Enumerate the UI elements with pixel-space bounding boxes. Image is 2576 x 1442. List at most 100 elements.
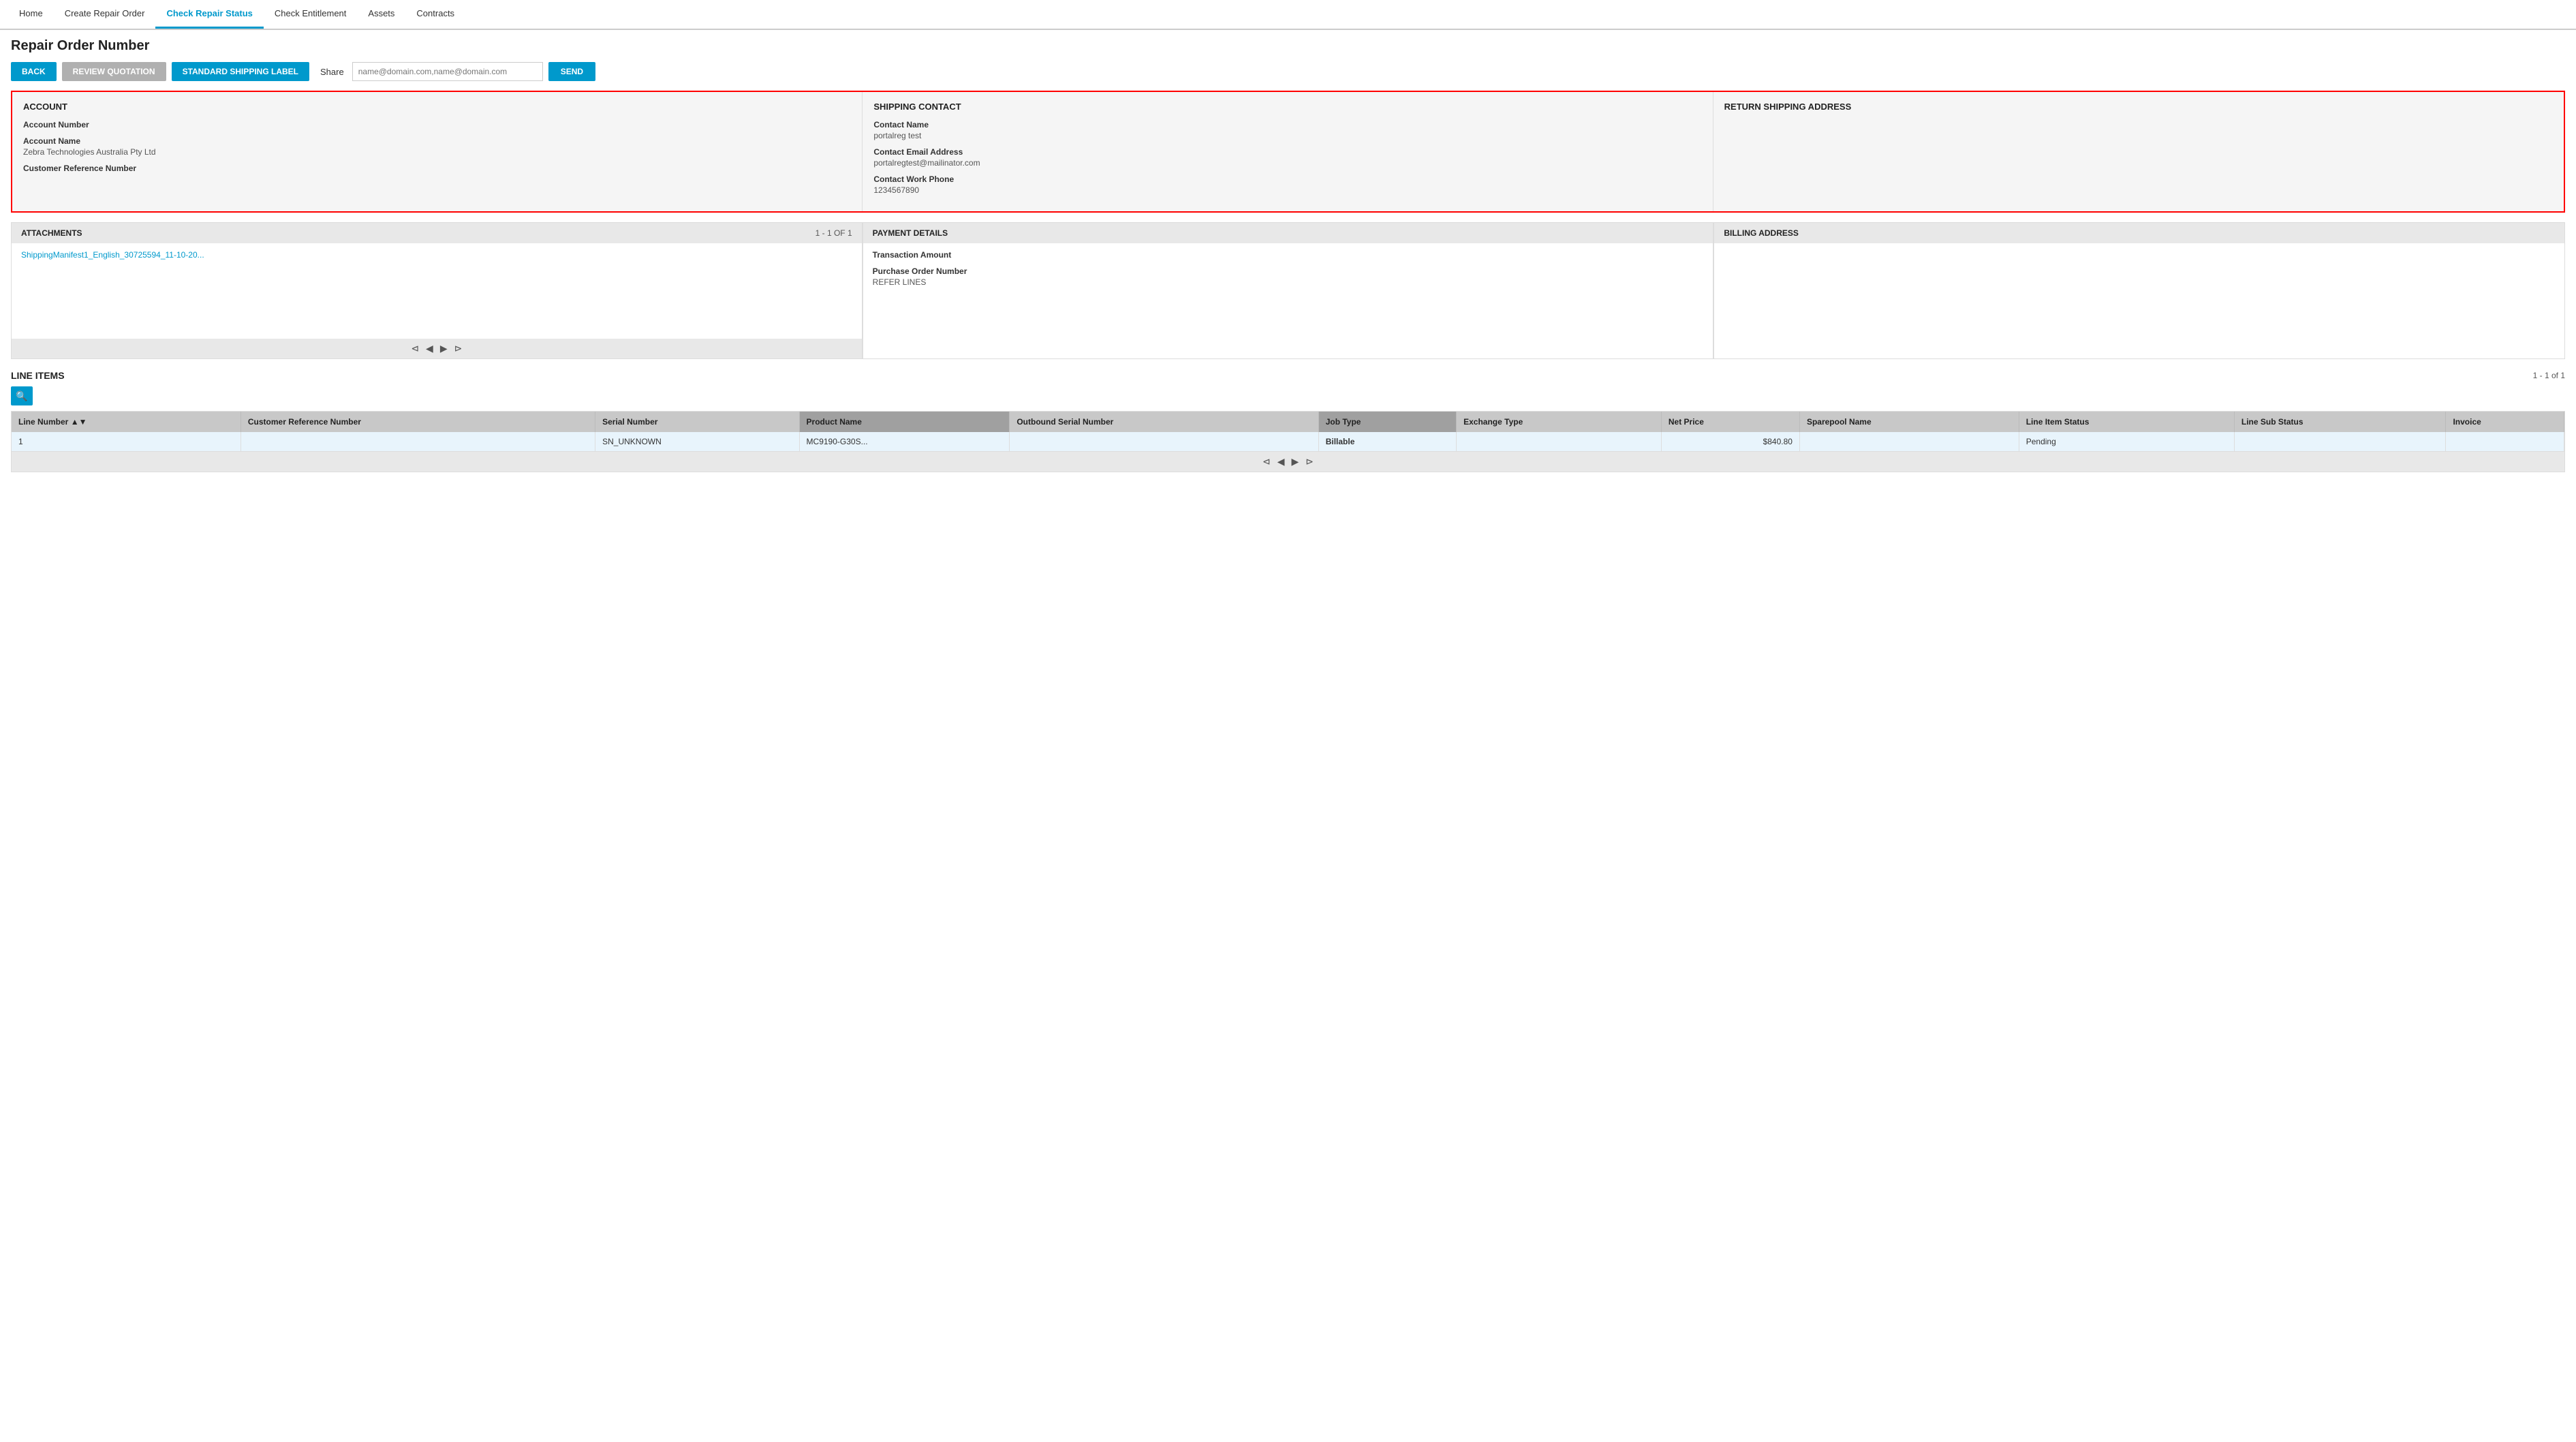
return-shipping-title: RETURN SHIPPING ADDRESS	[1724, 102, 2553, 112]
table-col-header[interactable]: Line Item Status	[2019, 412, 2234, 432]
table-col-header[interactable]: Net Price	[1661, 412, 1799, 432]
attachments-content: ShippingManifest1_English_30725594_11-10…	[12, 243, 862, 339]
shipping-field: Contact Name portalreg test	[873, 120, 1701, 140]
account-field-label: Account Number	[23, 120, 851, 129]
table-cell: SN_UNKNOWN	[595, 432, 799, 451]
table-col-header[interactable]: Customer Reference Number	[240, 412, 595, 432]
back-button[interactable]: BACK	[11, 62, 57, 81]
table-col-header[interactable]: Outbound Serial Number	[1010, 412, 1318, 432]
nav-bar: HomeCreate Repair OrderCheck Repair Stat…	[0, 0, 2576, 30]
billing-title: BILLING ADDRESS	[1724, 228, 1799, 238]
sort-asc-icon: ▲▼	[71, 417, 87, 427]
toolbar: BACK REVIEW QUOTATION STANDARD SHIPPING …	[11, 62, 2565, 81]
attachments-title: ATTACHMENTS	[21, 228, 82, 238]
shipping-label-button[interactable]: STANDARD SHIPPING LABEL	[172, 62, 309, 81]
payment-field-value: REFER LINES	[873, 277, 1704, 287]
billing-panel: BILLING ADDRESS	[1713, 222, 2565, 359]
nav-item-home[interactable]: Home	[8, 0, 54, 29]
payment-header: PAYMENT DETAILS	[863, 223, 1713, 243]
account-field: Account NameZebra Technologies Australia…	[23, 136, 851, 157]
table-col-header[interactable]: Serial Number	[595, 412, 799, 432]
shipping-field-label: Contact Email Address	[873, 147, 1701, 157]
table-cell	[240, 432, 595, 451]
attachments-next-page[interactable]: ▶	[440, 343, 448, 354]
shipping-field: Contact Work Phone1234567890	[873, 174, 1701, 195]
account-title: ACCOUNT	[23, 102, 851, 112]
table-prev-page[interactable]: ◀	[1277, 456, 1285, 467]
line-items-title: LINE ITEMS	[11, 370, 65, 381]
attachments-prev-page[interactable]: ◀	[426, 343, 433, 354]
table-cell: Billable	[1318, 432, 1456, 451]
return-shipping-panel: RETURN SHIPPING ADDRESS	[1713, 92, 2564, 211]
review-quotation-button[interactable]: REVIEW QUOTATION	[62, 62, 166, 81]
table-col-header[interactable]: Sparepool Name	[1799, 412, 2019, 432]
nav-item-check-entitlement[interactable]: Check Entitlement	[264, 0, 358, 29]
payment-field-label: Purchase Order Number	[873, 266, 1704, 276]
nav-item-create-repair-order[interactable]: Create Repair Order	[54, 0, 156, 29]
payment-field-label: Transaction Amount	[873, 250, 1704, 260]
shipping-contact-title: SHIPPING CONTACT	[873, 102, 1701, 112]
table-cell: $840.80	[1661, 432, 1799, 451]
table-cell	[2234, 432, 2446, 451]
info-grid: ACCOUNT Account Number Account NameZebra …	[11, 91, 2565, 213]
page-title: Repair Order Number	[11, 38, 2565, 54]
table-cell: 1	[12, 432, 240, 451]
table-col-header[interactable]: Job Type	[1318, 412, 1456, 432]
table-cell	[2446, 432, 2564, 451]
nav-item-check-repair-status[interactable]: Check Repair Status	[155, 0, 263, 29]
payment-panel: PAYMENT DETAILS Transaction Amount Purcha…	[863, 222, 1714, 359]
payment-field: Purchase Order NumberREFER LINES	[873, 266, 1704, 287]
account-field: Account Number	[23, 120, 851, 129]
nav-item-assets[interactable]: Assets	[357, 0, 405, 29]
payment-field: Transaction Amount	[873, 250, 1704, 260]
page-container: Repair Order Number BACK REVIEW QUOTATIO…	[0, 30, 2576, 480]
table-col-header[interactable]: Line Sub Status	[2234, 412, 2446, 432]
table-cell	[1010, 432, 1318, 451]
table-next-page[interactable]: ▶	[1292, 456, 1299, 467]
table-cell	[1457, 432, 1662, 451]
attachment-link[interactable]: ShippingManifest1_English_30725594_11-10…	[21, 250, 852, 260]
line-items-table: Line Number ▲▼Customer Reference NumberS…	[12, 412, 2564, 451]
attachments-count: 1 - 1 of 1	[816, 228, 852, 238]
payment-title: PAYMENT DETAILS	[873, 228, 948, 238]
search-icon: 🔍	[16, 390, 27, 402]
billing-content	[1714, 243, 2564, 339]
table-cell: MC9190-G30S...	[799, 432, 1010, 451]
attachments-panel: ATTACHMENTS 1 - 1 of 1 ShippingManifest1…	[11, 222, 863, 359]
payment-content: Transaction Amount Purchase Order NumberR…	[863, 243, 1713, 339]
panels-row: ATTACHMENTS 1 - 1 of 1 ShippingManifest1…	[11, 222, 2565, 359]
table-col-header[interactable]: Exchange Type	[1457, 412, 1662, 432]
account-field-label: Customer Reference Number	[23, 164, 851, 173]
attachments-last-page[interactable]: ⊳	[454, 343, 463, 354]
billing-header: BILLING ADDRESS	[1714, 223, 2564, 243]
line-items-table-wrapper: Line Number ▲▼Customer Reference NumberS…	[11, 411, 2565, 472]
table-col-header[interactable]: Invoice	[2446, 412, 2564, 432]
nav-item-contracts[interactable]: Contracts	[405, 0, 465, 29]
table-header: Line Number ▲▼Customer Reference NumberS…	[12, 412, 2564, 432]
table-row: 1 SN_UNKNOWNMC9190-G30S... Billable $840.80…	[12, 432, 2564, 451]
shipping-field-label: Contact Name	[873, 120, 1701, 129]
share-label: Share	[320, 67, 344, 77]
table-last-page[interactable]: ⊳	[1305, 456, 1314, 467]
line-items-search-button[interactable]: 🔍	[11, 386, 33, 405]
table-col-header[interactable]: Product Name	[799, 412, 1010, 432]
attachments-first-page[interactable]: ⊲	[411, 343, 419, 354]
table-col-header[interactable]: Line Number ▲▼	[12, 412, 240, 432]
share-input[interactable]	[352, 62, 543, 81]
attachments-footer: ⊲ ◀ ▶ ⊳	[12, 339, 862, 358]
account-field-value: Zebra Technologies Australia Pty Ltd	[23, 147, 851, 157]
account-field-label: Account Name	[23, 136, 851, 146]
table-cell: Pending	[2019, 432, 2234, 451]
table-footer: ⊲ ◀ ▶ ⊳	[12, 451, 2564, 472]
send-button[interactable]: SEND	[548, 62, 595, 81]
table-cell	[1799, 432, 2019, 451]
table-first-page[interactable]: ⊲	[1262, 456, 1271, 467]
shipping-field-value: 1234567890	[873, 185, 1701, 195]
line-items-header: LINE ITEMS 1 - 1 of 1	[11, 370, 2565, 381]
account-panel: ACCOUNT Account Number Account NameZebra …	[12, 92, 863, 211]
line-items-count: 1 - 1 of 1	[2533, 371, 2565, 380]
table-header-row: Line Number ▲▼Customer Reference NumberS…	[12, 412, 2564, 432]
account-field: Customer Reference Number	[23, 164, 851, 173]
shipping-field-label: Contact Work Phone	[873, 174, 1701, 184]
shipping-field-value: portalreg test	[873, 131, 1701, 140]
